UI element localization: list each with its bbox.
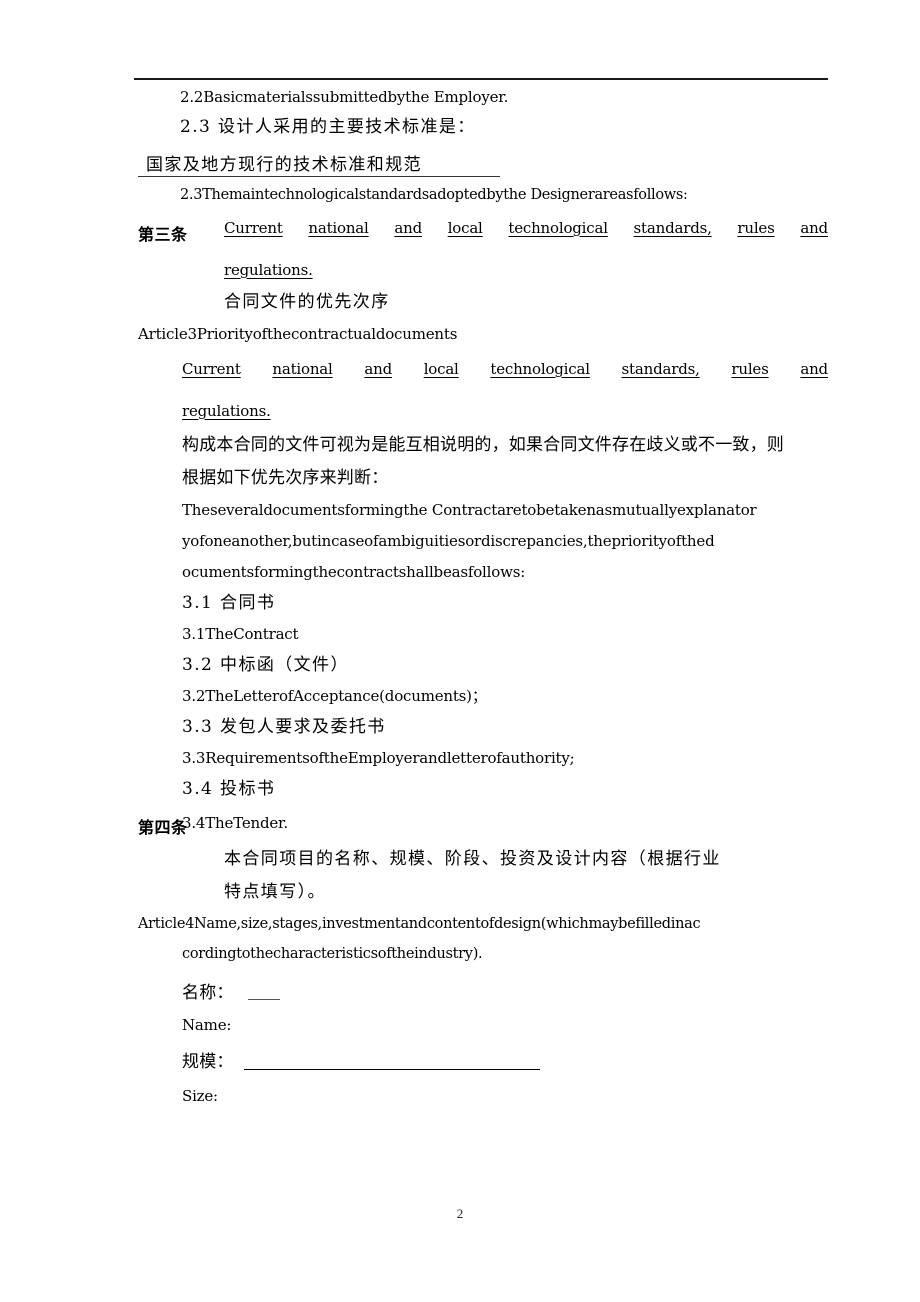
article-3-explanation-en-line-2: yofoneanother,butincaseofambiguitiesordi… xyxy=(182,531,715,550)
word-and-1: and xyxy=(394,218,422,237)
article-4-scope-en-line-2: cordingtothecharacteristicsoftheindustry… xyxy=(182,946,483,962)
word-standards: standards, xyxy=(633,218,712,237)
size-field-label: 规模： xyxy=(182,1051,234,1072)
document-body: 2.2Basicmaterialssubmittedbythe Employer… xyxy=(138,86,828,1104)
word-technological: technological xyxy=(508,218,608,237)
article-3-row: 第三条 Current national and local technolog… xyxy=(138,219,828,249)
clause-3-2-en: 3.2TheLetterofAcceptance(documents)； xyxy=(182,686,487,705)
word-current: Current xyxy=(224,218,283,237)
name-field-row[interactable]: 名称： xyxy=(138,978,828,1004)
article-4-label: 第四条 xyxy=(138,817,188,837)
standards-fill-in-value: 国家及地方现行的技术标准和规范 xyxy=(146,155,422,175)
size-field-row[interactable]: 规模： xyxy=(138,1047,828,1075)
document-page: 2.2Basicmaterialssubmittedbythe Employer… xyxy=(0,0,920,1302)
clause-3-4-en: 3.4TheTender. xyxy=(182,813,288,832)
name-field-label: 名称： xyxy=(182,982,234,1003)
word-national-b: national xyxy=(272,359,333,378)
article-4-row: 第四条 3.4TheTender. xyxy=(138,813,828,837)
clause-2-2-en: 2.2Basicmaterialssubmittedbythe Employer… xyxy=(180,88,509,106)
name-field-blank[interactable] xyxy=(248,998,280,1000)
article-4-scope-en-line-1: Article4Name,size,stages,investmentandco… xyxy=(138,915,701,932)
word-local: local xyxy=(447,218,483,237)
word-national: national xyxy=(308,218,369,237)
article-3-explanation-en-line-1: Theseveraldocumentsformingthe Contractar… xyxy=(182,500,757,519)
article-3-title-en: Article3Priorityofthecontractualdocument… xyxy=(138,324,458,343)
word-and-2: and xyxy=(800,218,828,237)
article-3-standards-repeat-line-1: Current national and local technological… xyxy=(182,360,828,378)
clause-3-1-en: 3.1TheContract xyxy=(182,624,299,643)
page-number: 2 xyxy=(456,1206,464,1221)
clause-3-4-cn: 3.4 投标书 xyxy=(182,778,276,799)
word-and-1-b: and xyxy=(364,359,392,378)
standards-fill-in-row: 国家及地方现行的技术标准和规范 xyxy=(138,150,828,180)
standards-fill-in-underline xyxy=(138,176,500,177)
name-field-label-en: Name: xyxy=(182,1015,232,1034)
article-4-scope-cn-line-2: 特点填写）。 xyxy=(224,881,326,902)
size-field-blank[interactable] xyxy=(244,1068,540,1070)
clause-3-3-en: 3.3RequirementsoftheEmployerandletterofa… xyxy=(182,748,575,767)
clause-3-2-cn: 3.2 中标函（文件） xyxy=(182,654,349,675)
word-rules: rules xyxy=(737,218,775,237)
clause-3-1-cn: 3.1 合同书 xyxy=(182,592,276,613)
article-3-standards-line-1: Current national and local technological… xyxy=(224,219,828,237)
header-divider-rule xyxy=(134,78,828,80)
word-and-2-b: and xyxy=(800,359,828,378)
article-3-explanation-cn-line-1: 构成本合同的文件可视为是能互相说明的，如果合同文件存在歧义或不一致，则 xyxy=(182,434,784,455)
clause-2-3-en: 2.3Themaintechnologicalstandardsadoptedb… xyxy=(180,187,688,203)
word-technological-b: technological xyxy=(490,359,590,378)
article-3-standards-repeat-row: Current national and local technological… xyxy=(138,360,828,390)
article-3-standards-line-2: regulations. xyxy=(224,260,313,279)
article-3-standards-repeat-line-2: regulations. xyxy=(182,401,271,420)
clause-2-3-cn: 2.3 设计人采用的主要技术标准是： xyxy=(180,117,476,137)
clause-3-3-cn: 3.3 发包人要求及委托书 xyxy=(182,716,386,737)
word-current-b: Current xyxy=(182,359,241,378)
article-3-title-cn: 合同文件的优先次序 xyxy=(224,291,390,312)
size-field-label-en: Size: xyxy=(182,1086,218,1105)
article-4-scope-cn-line-1: 本合同项目的名称、规模、阶段、投资及设计内容（根据行业 xyxy=(224,848,721,869)
article-3-label: 第三条 xyxy=(138,224,188,244)
article-3-explanation-cn-line-2: 根据如下优先次序来判断： xyxy=(182,467,389,488)
word-standards-b: standards, xyxy=(621,359,700,378)
article-3-explanation-en-line-3: ocumentsformingthecontractshallbeasfollo… xyxy=(182,562,526,581)
word-local-b: local xyxy=(423,359,459,378)
word-rules-b: rules xyxy=(731,359,769,378)
